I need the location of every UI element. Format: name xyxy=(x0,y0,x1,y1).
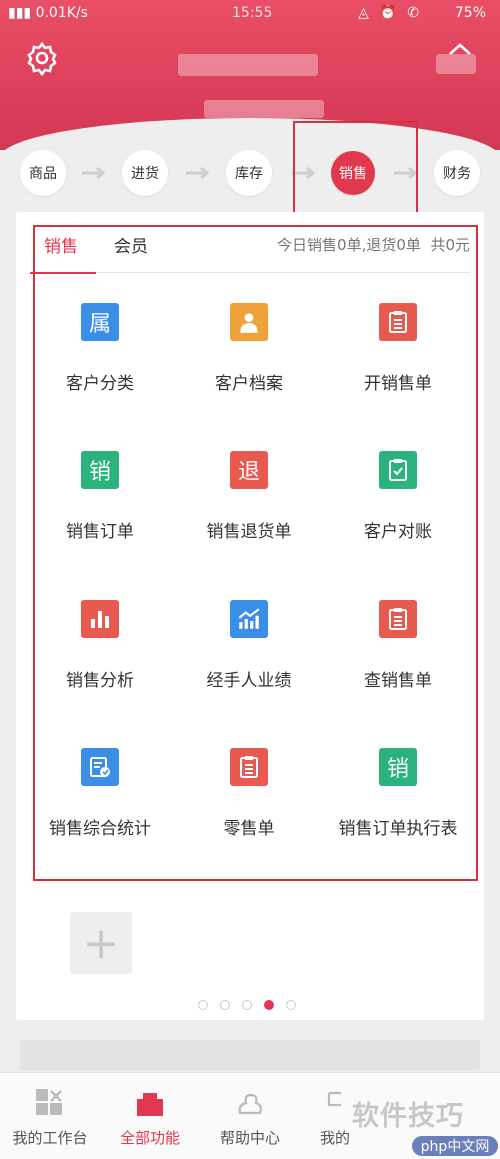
all-functions-icon xyxy=(137,1093,163,1116)
blurred-area xyxy=(20,1040,480,1070)
flow-step-label: 商品 xyxy=(29,166,57,182)
page-dot[interactable] xyxy=(220,1000,230,1010)
flow-step-label: 进货 xyxy=(131,166,159,182)
battery-level: 75% xyxy=(454,5,486,21)
info-blurred xyxy=(204,100,324,118)
network-speed: ▮▮▮ 0.01K/s xyxy=(8,5,88,21)
arrow-right-icon xyxy=(82,166,106,180)
flow-step-purchase[interactable]: 进货 xyxy=(122,150,168,196)
flow-step-label: 库存 xyxy=(235,166,263,182)
workbench-icon xyxy=(36,1089,62,1115)
status-icons: ◬ ⏰ ✆ xyxy=(358,5,422,21)
plus-icon: + xyxy=(82,917,120,969)
page-dot[interactable] xyxy=(242,1000,252,1010)
flow-step-inventory[interactable]: 库存 xyxy=(226,150,272,196)
page-dot[interactable] xyxy=(198,1000,208,1010)
header: ▮▮▮ 0.01K/s 15:55 ◬ ⏰ ✆ 75% xyxy=(0,0,500,158)
collapse-icon[interactable] xyxy=(446,40,474,60)
watermark-logo: php中文网 xyxy=(412,1136,498,1156)
status-bar: ▮▮▮ 0.01K/s 15:55 ◬ ⏰ ✆ 75% xyxy=(0,0,500,28)
help-icon xyxy=(238,1093,262,1115)
flow-step-finance[interactable]: 财务 xyxy=(434,150,480,196)
store-name-blurred xyxy=(178,54,318,76)
flow-step-label: 财务 xyxy=(443,166,471,182)
page-dot[interactable] xyxy=(286,1000,296,1010)
add-function-button[interactable]: + xyxy=(70,912,132,974)
me-icon xyxy=(327,1091,341,1107)
highlight-box-sales-functions xyxy=(33,225,478,881)
page-dot[interactable] xyxy=(264,1000,274,1010)
gear-icon[interactable] xyxy=(24,40,60,76)
flow-step-goods[interactable]: 商品 xyxy=(20,150,66,196)
signal-icon: ▮▮▮ xyxy=(8,5,36,21)
clock: 15:55 xyxy=(232,5,273,21)
arrow-right-icon xyxy=(186,166,210,180)
business-flow: 商品 进货 库存 销售 财务 xyxy=(0,150,500,200)
watermark-text: 软件技巧 xyxy=(352,1101,464,1132)
